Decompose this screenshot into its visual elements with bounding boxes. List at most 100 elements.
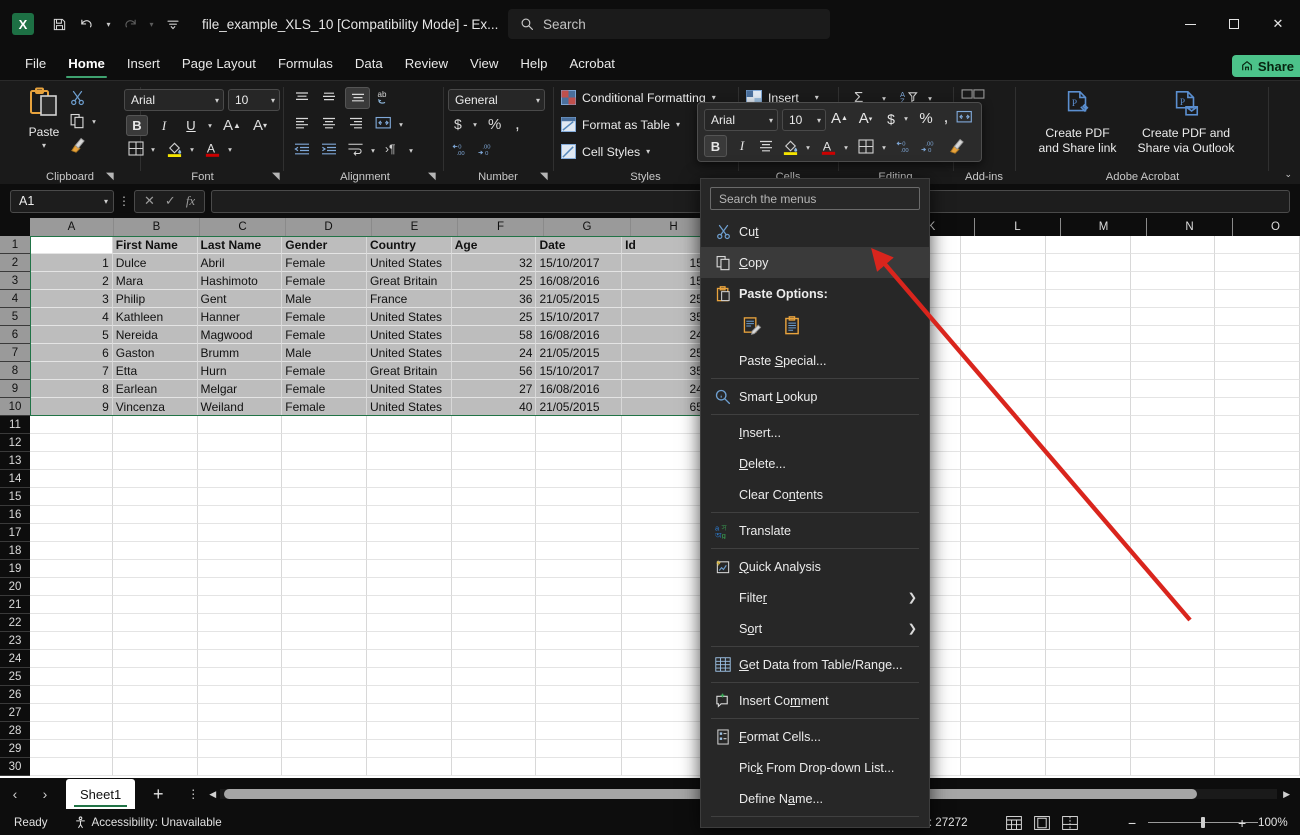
cell-A28[interactable] (30, 722, 113, 740)
row-header-6[interactable]: 6 (0, 326, 30, 344)
cell-C2[interactable]: Abril (197, 254, 283, 272)
minibar-fill-color-icon[interactable] (782, 138, 799, 155)
minibar-bold-button[interactable]: B (704, 135, 727, 157)
menu-item-smart-lookup[interactable]: Smart Lookup (701, 381, 929, 412)
cell-F14[interactable] (451, 470, 537, 488)
cell-M20[interactable] (1045, 578, 1131, 596)
cell-C23[interactable] (197, 632, 283, 650)
cell-B21[interactable] (112, 596, 198, 614)
normal-view-icon[interactable] (1000, 810, 1028, 835)
cell-B5[interactable]: Kathleen (112, 308, 198, 326)
cell-A3[interactable]: 2 (30, 272, 113, 290)
cell-E17[interactable] (366, 524, 452, 542)
cell-A18[interactable] (30, 542, 113, 560)
menu-item-insert[interactable]: Insert... (701, 417, 929, 448)
cell-O21[interactable] (1215, 596, 1300, 614)
comma-style-icon[interactable]: , (515, 114, 520, 134)
save-icon[interactable] (46, 11, 72, 37)
clipboard-dialog-launcher[interactable]: ◥ (106, 171, 114, 182)
cell-L16[interactable] (961, 506, 1046, 524)
cell-M2[interactable] (1045, 254, 1131, 272)
cell-N11[interactable] (1130, 416, 1216, 434)
cell-O9[interactable] (1215, 380, 1300, 398)
row-header-19[interactable]: 19 (0, 560, 30, 578)
cell-A2[interactable]: 1 (30, 254, 113, 272)
cell-C11[interactable] (197, 416, 283, 434)
menu-item-quick-analysis[interactable]: Quick Analysis (701, 551, 929, 582)
cell-F18[interactable] (451, 542, 537, 560)
tab-review[interactable]: Review (394, 48, 459, 80)
cell-H25[interactable] (622, 668, 707, 686)
row-header-15[interactable]: 15 (0, 488, 30, 506)
cell-E24[interactable] (366, 650, 452, 668)
cell-H4[interactable]: 25 (622, 290, 707, 308)
row-header-14[interactable]: 14 (0, 470, 30, 488)
cell-N7[interactable] (1130, 344, 1216, 362)
cell-H29[interactable] (622, 740, 707, 758)
cell-B27[interactable] (112, 704, 198, 722)
cell-H24[interactable] (622, 650, 707, 668)
cell-B13[interactable] (112, 452, 198, 470)
row-header-18[interactable]: 18 (0, 542, 30, 560)
cell-D30[interactable] (282, 758, 367, 776)
cell-A1[interactable] (30, 236, 113, 254)
cell-A27[interactable] (30, 704, 113, 722)
cell-C12[interactable] (197, 434, 283, 452)
align-top-icon[interactable] (294, 90, 310, 105)
cell-G22[interactable] (536, 614, 623, 632)
minibar-font-name-combo[interactable]: Arial ▾ (704, 109, 778, 131)
redo-dropdown-icon[interactable]: ▾ (145, 11, 158, 37)
sheet-options-icon[interactable]: ⋮ (181, 778, 205, 810)
minibar-increase-decimal-icon[interactable]: 0 .00 (896, 139, 914, 154)
row-header-1[interactable]: 1 (0, 236, 30, 254)
cell-F6[interactable]: 58 (451, 326, 537, 344)
cell-O17[interactable] (1215, 524, 1300, 542)
tab-acrobat[interactable]: Acrobat (559, 48, 626, 80)
cell-N29[interactable] (1130, 740, 1216, 758)
cell-O20[interactable] (1215, 578, 1300, 596)
minibar-comma-button[interactable]: , (938, 106, 954, 127)
cell-F11[interactable] (451, 416, 537, 434)
cell-O30[interactable] (1215, 758, 1300, 776)
column-header-O[interactable]: O (1233, 218, 1300, 236)
cell-M12[interactable] (1045, 434, 1131, 452)
cell-B10[interactable]: Vincenza (112, 398, 198, 416)
cell-L20[interactable] (961, 578, 1046, 596)
cell-C16[interactable] (197, 506, 283, 524)
number-dialog-launcher[interactable]: ◥ (540, 171, 548, 182)
cell-F26[interactable] (451, 686, 537, 704)
row-header-23[interactable]: 23 (0, 632, 30, 650)
cell-D1[interactable]: Gender (282, 236, 367, 254)
cell-E25[interactable] (366, 668, 452, 686)
cell-H30[interactable] (622, 758, 707, 776)
row-header-4[interactable]: 4 (0, 290, 30, 308)
cell-H7[interactable]: 25 (622, 344, 707, 362)
cell-E6[interactable]: United States (366, 326, 452, 344)
cell-A29[interactable] (30, 740, 113, 758)
minimize-button[interactable] (1168, 0, 1212, 48)
cell-G25[interactable] (536, 668, 623, 686)
cell-D19[interactable] (282, 560, 367, 578)
cell-B16[interactable] (112, 506, 198, 524)
cell-G4[interactable]: 21/05/2015 (536, 290, 623, 308)
cell-D5[interactable]: Female (282, 308, 367, 326)
cell-D21[interactable] (282, 596, 367, 614)
cell-H26[interactable] (622, 686, 707, 704)
cell-O1[interactable] (1215, 236, 1300, 254)
cell-L23[interactable] (961, 632, 1046, 650)
minibar-decrease-font-size-button[interactable]: A ▾ (854, 107, 877, 130)
scroll-left-icon[interactable]: ◀ (205, 789, 220, 800)
bold-button[interactable]: B (126, 115, 148, 136)
cell-M7[interactable] (1045, 344, 1131, 362)
cell-G6[interactable]: 16/08/2016 (536, 326, 623, 344)
cell-E28[interactable] (366, 722, 452, 740)
cell-E26[interactable] (366, 686, 452, 704)
minibar-borders-dropdown-icon[interactable]: ▾ (878, 139, 890, 155)
cell-M1[interactable] (1045, 236, 1131, 254)
cell-D9[interactable]: Female (282, 380, 367, 398)
cell-N12[interactable] (1130, 434, 1216, 452)
cell-H1[interactable]: Id (622, 236, 707, 254)
currency-icon[interactable]: $ (454, 116, 462, 132)
cell-H22[interactable] (622, 614, 707, 632)
insert-function-icon[interactable]: fx (186, 193, 195, 209)
